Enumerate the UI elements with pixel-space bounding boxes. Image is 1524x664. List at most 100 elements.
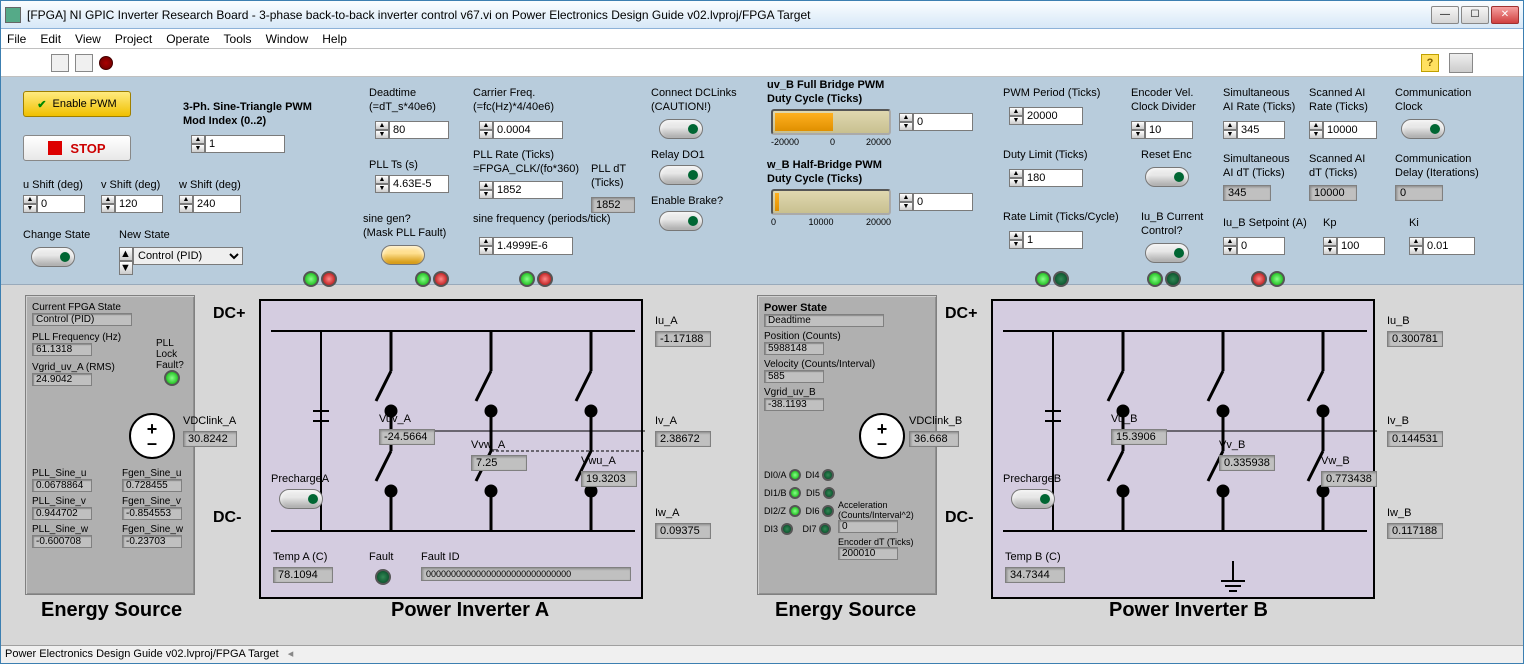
pll-ts-input[interactable]: ▲▼ [375,175,449,193]
w-b-input[interactable]: ▲▼ [899,193,973,211]
position-value: 5988148 [764,342,824,355]
di1-led [789,487,801,499]
menu-tools[interactable]: Tools [224,32,252,46]
precharge-b-button[interactable] [1011,489,1055,509]
scan-rate-input[interactable]: ▲▼ [1309,121,1377,139]
relay-label: Relay DO1 [651,149,705,161]
fpga-state-value: Control (PID) [32,313,132,326]
run-icon[interactable] [51,54,69,72]
relay-button[interactable] [659,165,703,185]
vw-b-value: 0.773438 [1321,471,1377,487]
v-shift-input[interactable]: ▲▼ [101,195,163,213]
inverter-b-title: Power Inverter B [1109,599,1268,622]
sim-ai-dt-label: Simultaneous [1223,153,1290,165]
led-b3-r [1251,271,1267,287]
duty-limit-input[interactable]: ▲▼ [1009,169,1083,187]
ki-input[interactable]: ▲▼ [1409,237,1475,255]
stop-label: STOP [70,141,105,156]
enable-pwm-button[interactable]: ✔ Enable PWM [23,91,131,117]
energy-source-b-title: Energy Source [775,599,916,622]
vvw-a-label: Vvw_A [471,439,505,451]
vu-b-label: Vu_B [1111,413,1138,425]
rate-limit-input[interactable]: ▲▼ [1009,231,1083,249]
deadtime-label: Deadtime [369,87,416,99]
sine-freq-label: sine frequency (periods/tick) [473,213,611,225]
pwm-period-label: PWM Period (Ticks) [1003,87,1100,99]
new-state-select[interactable]: ▲▼ Control (PID) [119,247,243,275]
help-icon[interactable]: ? [1421,54,1439,72]
uv-b-sub: Duty Cycle (Ticks) [767,93,862,105]
vv-b-label: Vv_B [1219,439,1245,451]
stop-button[interactable]: STOP [23,135,131,161]
maximize-button[interactable]: ☐ [1461,6,1489,24]
sine-gen-button[interactable] [381,245,425,265]
enc-dt-value: 200010 [838,547,898,560]
scan-dt-label: Scanned AI [1309,153,1365,165]
vv-b-value: 0.335938 [1219,455,1275,471]
di3-led [781,523,793,535]
check-icon: ✔ [37,98,46,111]
pll-ts-label: PLL Ts (s) [369,159,418,171]
change-state-button[interactable] [31,247,75,267]
menu-window[interactable]: Window [266,32,309,46]
vdc-b-value: 36.668 [909,431,959,447]
mod-index-label: Mod Index (0..2) [183,115,266,127]
deadtime-input[interactable]: ▲▼ [375,121,449,139]
abort-icon[interactable] [99,56,113,70]
kp-input[interactable]: ▲▼ [1323,237,1385,255]
u-shift-input[interactable]: ▲▼ [23,195,85,213]
connect-dc-button[interactable] [659,119,703,139]
iu-b-sp-input[interactable]: ▲▼ [1223,237,1285,255]
menu-help[interactable]: Help [322,32,347,46]
mod-index-input[interactable]: ▲▼ [191,135,285,153]
change-state-label: Change State [23,229,90,241]
brake-button[interactable] [659,211,703,231]
close-button[interactable]: ✕ [1491,6,1519,24]
reset-enc-button[interactable] [1145,167,1189,187]
menu-operate[interactable]: Operate [166,32,209,46]
precharge-a-button[interactable] [279,489,323,509]
iw-a-label: Iw_A [655,507,679,519]
acc-value: 0 [838,520,898,533]
dc-plus-b: DC+ [945,305,977,323]
pll-lock-led [164,370,180,386]
inverter-b-schematic: PrechargeB Vu_B 15.3906 Vv_B 0.335938 Vw… [991,299,1375,599]
vi-icon[interactable] [1449,53,1473,73]
pwm-period-input[interactable]: ▲▼ [1009,107,1083,125]
di5-led [823,487,835,499]
pll-rate-input[interactable]: ▲▼ [479,181,563,199]
iu-b-cc-button[interactable] [1145,243,1189,263]
uv-b-input[interactable]: ▲▼ [899,113,973,131]
led-b1-g2 [1053,271,1069,287]
minimize-button[interactable]: — [1431,6,1459,24]
toolbar: ? [1,49,1523,77]
comm-clk-sub: Clock [1395,101,1423,113]
sim-ai-rate-input[interactable]: ▲▼ [1223,121,1285,139]
di2-led [789,505,801,517]
sine-gen-label: sine gen? [363,213,411,225]
v-shift-label: v Shift (deg) [101,179,160,191]
iv-b-label: Iv_B [1387,415,1409,427]
uv-b-slider[interactable]: -20000020000 [771,109,891,147]
velocity-label: Velocity (Counts/Interval) [764,359,930,370]
carrier-input[interactable]: ▲▼ [479,121,563,139]
sine-freq-input[interactable]: ▲▼ [479,237,573,255]
inverter-a-schematic: PrechargeA Vuv_A -24.5664 Vvw_A 7.25 Vwu… [259,299,643,599]
w-b-slider[interactable]: 01000020000 [771,189,891,227]
iw-a-value: 0.09375 [655,523,711,539]
menu-project[interactable]: Project [115,32,152,46]
vdc-b-label: VDClink_B [909,415,962,427]
w-shift-input[interactable]: ▲▼ [179,195,241,213]
menu-view[interactable]: View [75,32,101,46]
menu-file[interactable]: File [7,32,26,46]
temp-b-value: 34.7344 [1005,567,1065,583]
rate-limit-label: Rate Limit (Ticks/Cycle) [1003,211,1119,223]
dc-minus-a: DC- [213,509,241,527]
enc-div-input[interactable]: ▲▼ [1131,121,1193,139]
menu-edit[interactable]: Edit [40,32,61,46]
led-a1-g [303,271,319,287]
pll-freq-value: 61.1318 [32,343,92,356]
iu-b-cc-label: Iu_B Current [1141,211,1203,223]
chevron-icon[interactable]: ◂ [288,648,294,660]
run-continuous-icon[interactable] [75,54,93,72]
